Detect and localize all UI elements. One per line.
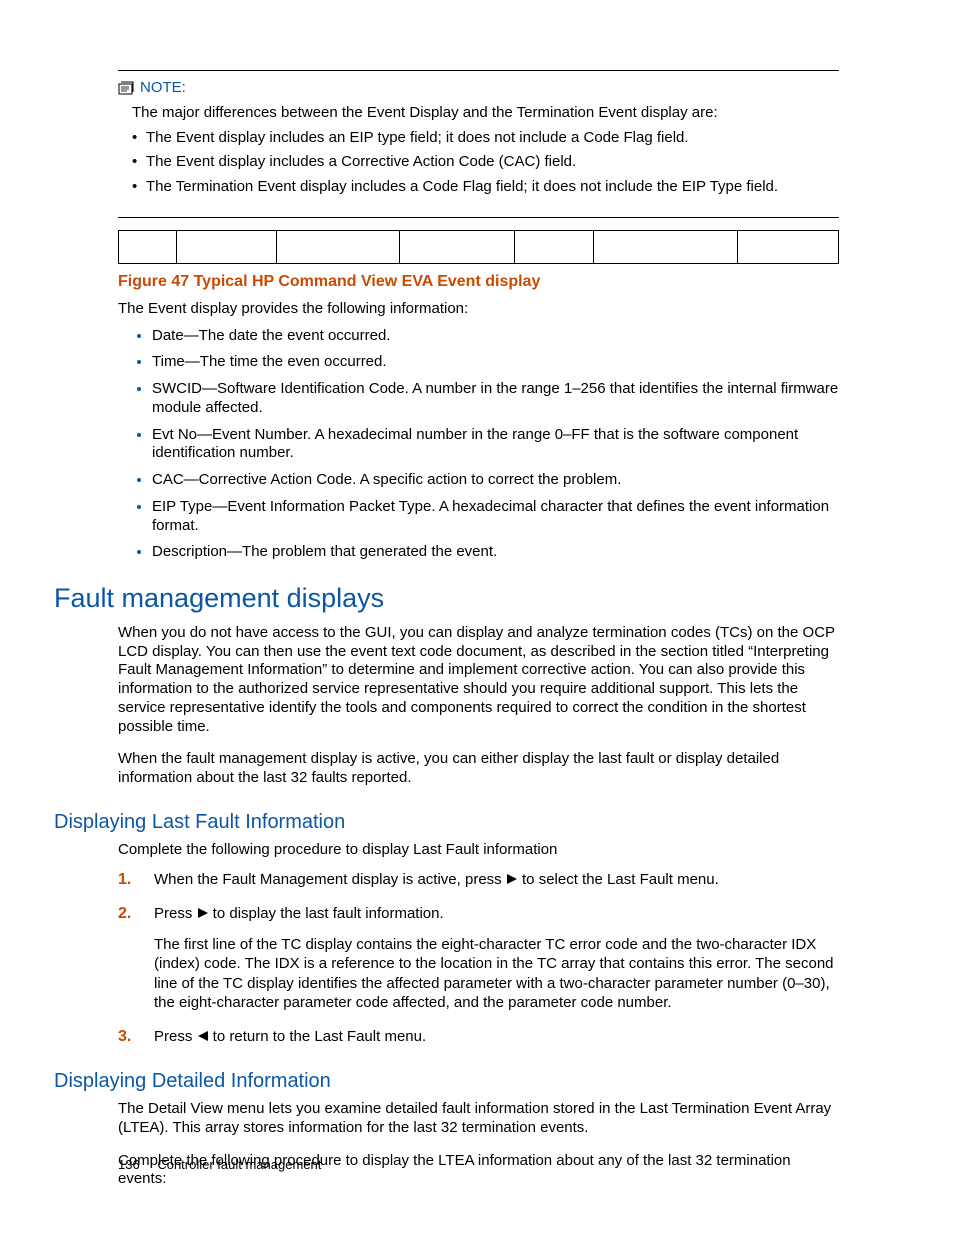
figure-caption: Figure 47 Typical HP Command View EVA Ev… [118, 272, 839, 292]
list-item: Description—The problem that generated t… [152, 543, 839, 562]
procedure-steps: When the Fault Management display is act… [118, 870, 839, 1048]
note-item: The Termination Event display includes a… [132, 178, 839, 197]
note-icon [118, 81, 134, 95]
step-item: Press to display the last fault informat… [118, 904, 839, 1013]
subsection-heading: Displaying Last Fault Information [54, 810, 839, 835]
note-intro: The major differences between the Event … [132, 104, 839, 123]
footer-title: Controller fault management [157, 1157, 321, 1172]
list-item: CAC—Corrective Action Code. A specific a… [152, 471, 839, 490]
note-item: The Event display includes an EIP type f… [132, 129, 839, 148]
page-footer: 136 Controller fault management [118, 1157, 321, 1173]
step-text: Press [154, 905, 197, 922]
event-table [118, 230, 839, 264]
section-paragraph: When you do not have access to the GUI, … [118, 624, 839, 737]
subsection-heading: Displaying Detailed Information [54, 1069, 839, 1094]
play-right-icon [197, 905, 209, 925]
section-paragraph: When the fault management display is act… [118, 750, 839, 788]
section-heading: Fault management displays [54, 582, 839, 616]
note-label: NOTE: [140, 79, 186, 98]
step-item: When the Fault Management display is act… [118, 870, 839, 891]
page-number: 136 [118, 1157, 140, 1173]
play-right-icon [506, 871, 518, 891]
step-detail: The first line of the TC display contain… [154, 935, 839, 1013]
step-text: When the Fault Management display is act… [154, 871, 506, 888]
step-text: Press [154, 1028, 197, 1045]
step-item: Press to return to the Last Fault menu. [118, 1027, 839, 1048]
step-text: to select the Last Fault menu. [518, 871, 719, 888]
subsection-intro: Complete the following procedure to disp… [118, 841, 839, 860]
note-item: The Event display includes a Corrective … [132, 153, 839, 172]
subsection-paragraph: The Detail View menu lets you examine de… [118, 1100, 839, 1138]
list-item: SWCID—Software Identification Code. A nu… [152, 380, 839, 418]
list-item: Evt No—Event Number. A hexadecimal numbe… [152, 426, 839, 464]
list-item: EIP Type—Event Information Packet Type. … [152, 498, 839, 536]
step-text: to display the last fault information. [209, 905, 444, 922]
note-list: The Event display includes an EIP type f… [132, 129, 839, 197]
event-info-list: Date—The date the event occurred. Time—T… [152, 327, 839, 563]
event-info-intro: The Event display provides the following… [118, 300, 839, 319]
list-item: Date—The date the event occurred. [152, 327, 839, 346]
play-left-icon [197, 1028, 209, 1048]
note-block: NOTE: The major differences between the … [118, 70, 839, 218]
step-text: to return to the Last Fault menu. [209, 1028, 427, 1045]
list-item: Time—The time the even occurred. [152, 353, 839, 372]
